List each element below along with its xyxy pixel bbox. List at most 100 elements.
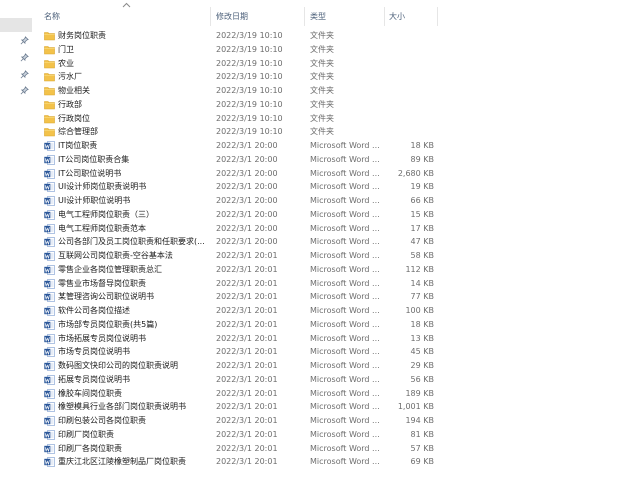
chevron-up-icon <box>122 2 131 8</box>
file-row[interactable]: 重庆江北区江陵橡塑制品厂岗位职责 2022/3/1 20:01 Microsoft … <box>40 455 640 469</box>
file-row[interactable]: 拓展专员岗位说明书 2022/3/1 20:01 Microsoft Word ..… <box>40 373 640 387</box>
file-row[interactable]: 印刷包装公司各岗位职责 2022/3/1 20:01 Microsoft Word … <box>40 414 640 428</box>
file-row[interactable]: 行政岗位 2022/3/19 10:10 文件夹 <box>40 112 640 126</box>
file-type: Microsoft Word ... <box>310 319 380 329</box>
file-row[interactable]: 公司各部门及员工岗位职责和任职要求(... 2022/3/1 20:00 Micro… <box>40 235 640 249</box>
file-date: 2022/3/19 10:10 <box>216 58 283 68</box>
file-date: 2022/3/19 10:10 <box>216 99 283 109</box>
word-document-icon <box>44 347 55 358</box>
file-date: 2022/3/1 20:01 <box>216 429 278 439</box>
word-document-icon <box>44 141 55 151</box>
file-row[interactable]: UI设计师岗位职责说明书 2022/3/1 20:00 Microsoft Word… <box>40 180 640 194</box>
file-row[interactable]: 污水厂 2022/3/19 10:10 文件夹 <box>40 70 640 84</box>
file-date: 2022/3/19 10:10 <box>216 72 283 82</box>
file-date: 2022/3/1 20:01 <box>216 361 278 370</box>
word-document-icon <box>44 292 55 303</box>
file-name: 电气工程师岗位职责范本 <box>58 223 146 233</box>
column-divider[interactable] <box>304 7 305 26</box>
folder-icon <box>44 45 55 55</box>
file-row[interactable]: IT公司职位说明书 2022/3/1 20:00 Microsoft Word ..… <box>40 167 640 181</box>
folder-icon <box>44 114 55 124</box>
file-row[interactable]: 市场拓展专员岗位说明书 2022/3/1 20:01 Microsoft Word … <box>40 332 640 346</box>
file-name: 橡塑模具行业各部门岗位职责说明书 <box>58 402 186 412</box>
file-row[interactable]: 橡塑模具行业各部门岗位职责说明书 2022/3/1 20:01 Microsoft … <box>40 400 640 414</box>
file-row[interactable]: 农业 2022/3/19 10:10 文件夹 <box>40 57 640 71</box>
file-size: 100 KB <box>405 306 434 315</box>
file-date: 2022/3/1 20:00 <box>216 237 278 247</box>
file-row[interactable]: 零售业市场督导岗位职责 2022/3/1 20:01 Microsoft Word … <box>40 277 640 291</box>
file-row[interactable]: 零售企业各岗位管理职责总汇 2022/3/1 20:01 Microsoft Wor… <box>40 263 640 277</box>
file-row[interactable]: 市场部专员岗位职责(共5篇) 2022/3/1 20:01 Microsoft Wo… <box>40 318 640 332</box>
file-size: 69 KB <box>410 457 434 467</box>
file-size: 112 KB <box>405 264 434 274</box>
word-document-icon <box>44 237 55 248</box>
file-row[interactable]: 数码图文快印公司的岗位职责说明 2022/3/1 20:01 Microsoft W… <box>40 359 640 373</box>
file-type: 文件夹 <box>310 58 334 68</box>
word-document-icon <box>44 361 55 371</box>
file-row[interactable]: UI设计师职位说明书 2022/3/1 20:00 Microsoft Word .… <box>40 194 640 208</box>
file-name: 橡胶车间岗位职责 <box>58 388 122 398</box>
file-date: 2022/3/1 20:01 <box>216 306 278 315</box>
file-name: 门卫 <box>58 44 74 54</box>
file-name: UI设计师职位说明书 <box>58 196 131 205</box>
file-type: Microsoft Word ... <box>310 402 380 412</box>
file-date: 2022/3/19 10:10 <box>216 86 283 95</box>
file-name: 市场拓展专员岗位说明书 <box>58 333 146 343</box>
file-row[interactable]: 门卫 2022/3/19 10:10 文件夹 <box>40 43 640 57</box>
word-document-icon <box>44 196 55 206</box>
file-row[interactable]: IT岗位职责 2022/3/1 20:00 Microsoft Word ... 18… <box>40 139 640 153</box>
file-row[interactable]: IT公司岗位职责合集 2022/3/1 20:00 Microsoft Word .… <box>40 153 640 167</box>
file-row[interactable]: 行政部 2022/3/19 10:10 文件夹 <box>40 98 640 112</box>
file-type: Microsoft Word ... <box>310 292 380 302</box>
file-name: 行政岗位 <box>58 113 90 123</box>
column-header-type[interactable]: 类型 <box>310 11 384 23</box>
file-type: Microsoft Word ... <box>310 457 380 467</box>
file-type: Microsoft Word ... <box>310 361 380 370</box>
file-row[interactable]: 印刷厂各岗位职责 2022/3/1 20:01 Microsoft Word ...… <box>40 442 640 456</box>
file-name: 印刷厂岗位职责 <box>58 429 114 439</box>
file-type: Microsoft Word ... <box>310 223 380 233</box>
column-header-name[interactable]: 名称 <box>44 11 204 23</box>
file-type: Microsoft Word ... <box>310 264 380 274</box>
pin-icon <box>20 86 29 95</box>
nav-selected-item[interactable] <box>0 18 32 32</box>
file-name: 市场专员岗位说明书 <box>58 347 130 357</box>
file-row[interactable]: 财务岗位职责 2022/3/19 10:10 文件夹 <box>40 29 640 43</box>
file-name: 行政部 <box>58 99 82 109</box>
file-row[interactable]: 某管理咨询公司职位说明书 2022/3/1 20:01 Microsoft Word… <box>40 290 640 304</box>
file-row[interactable]: 综合管理部 2022/3/19 10:10 文件夹 <box>40 125 640 139</box>
file-name: UI设计师岗位职责说明书 <box>58 182 147 192</box>
file-row[interactable]: 市场专员岗位说明书 2022/3/1 20:01 Microsoft Word ..… <box>40 345 640 359</box>
column-header-size[interactable]: 大小 <box>389 11 437 23</box>
word-document-icon <box>44 319 55 330</box>
file-date: 2022/3/19 10:10 <box>216 44 283 54</box>
file-row[interactable]: 橡胶车间岗位职责 2022/3/1 20:01 Microsoft Word ...… <box>40 387 640 401</box>
column-header-date[interactable]: 修改日期 <box>216 11 304 23</box>
file-type: Microsoft Word ... <box>310 388 380 398</box>
file-date: 2022/3/1 20:00 <box>216 182 278 192</box>
file-row[interactable]: 互联网公司岗位职责-空谷基本法 2022/3/1 20:01 Microsoft W… <box>40 249 640 263</box>
column-divider[interactable] <box>437 7 438 26</box>
column-divider[interactable] <box>384 7 385 26</box>
file-type: 文件夹 <box>310 127 334 137</box>
file-size: 89 KB <box>410 154 434 164</box>
file-size: 2,680 KB <box>397 168 434 178</box>
file-date: 2022/3/1 20:01 <box>216 388 278 398</box>
folder-icon <box>44 72 55 82</box>
file-name: 综合管理部 <box>58 127 98 137</box>
file-size: 18 KB <box>410 319 434 329</box>
column-divider[interactable] <box>210 7 211 26</box>
folder-icon <box>44 100 55 110</box>
file-size: 45 KB <box>410 347 434 357</box>
file-row[interactable]: 电气工程师岗位职责范本 2022/3/1 20:00 Microsoft Word … <box>40 222 640 236</box>
file-row[interactable]: 软件公司各岗位描述 2022/3/1 20:01 Microsoft Word ..… <box>40 304 640 318</box>
file-size: 57 KB <box>410 443 434 453</box>
file-row[interactable]: 电气工程师岗位职责（三） 2022/3/1 20:00 Microsoft Word… <box>40 208 640 222</box>
file-row[interactable]: 物业相关 2022/3/19 10:10 文件夹 <box>40 84 640 98</box>
file-type: Microsoft Word ... <box>310 443 380 453</box>
file-type: Microsoft Word ... <box>310 196 380 205</box>
file-date: 2022/3/1 20:01 <box>216 443 278 453</box>
file-date: 2022/3/1 20:00 <box>216 141 278 150</box>
file-row[interactable]: 印刷厂岗位职责 2022/3/1 20:01 Microsoft Word ... 8… <box>40 428 640 442</box>
file-size: 194 KB <box>405 416 434 425</box>
